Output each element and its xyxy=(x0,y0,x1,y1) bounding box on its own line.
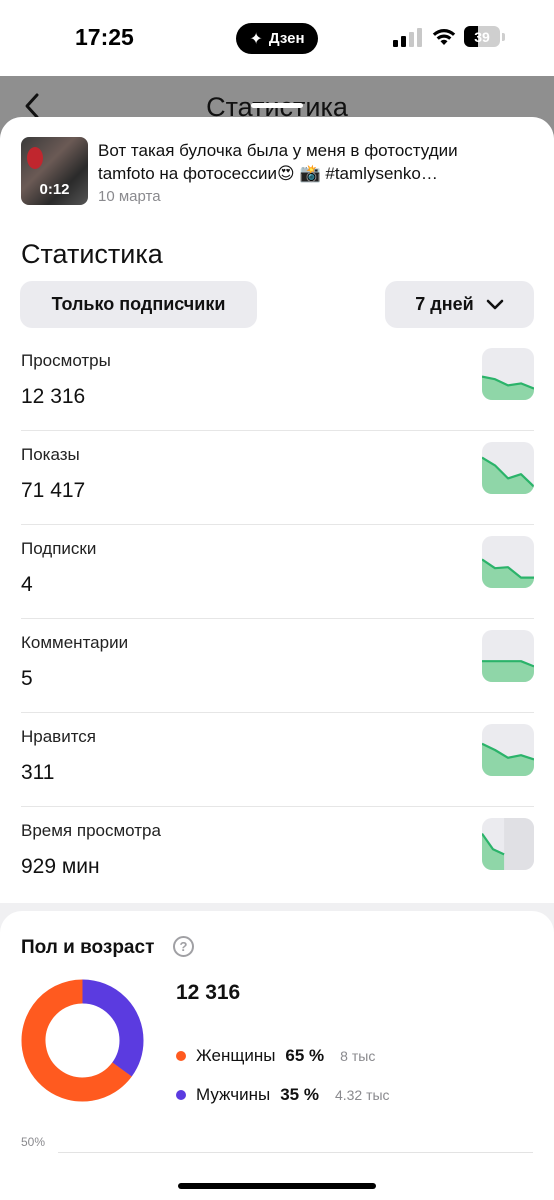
male-label: Мужчины xyxy=(196,1085,271,1104)
metric-label: Подписки xyxy=(21,539,97,558)
cellular-signal-icon xyxy=(393,28,422,47)
metric-label: Нравится xyxy=(21,727,97,746)
subscribers-only-filter-button[interactable]: Только подписчики xyxy=(20,281,257,328)
wifi-icon xyxy=(432,29,456,45)
status-time: 17:25 xyxy=(75,24,134,50)
post-date: 10 марта xyxy=(98,188,161,205)
age-axis-line xyxy=(58,1152,533,1153)
sparkle-icon: ✦ xyxy=(249,30,263,48)
video-duration: 0:12 xyxy=(39,181,70,198)
metric-row[interactable]: Показы 71 417 xyxy=(21,431,534,525)
female-percent: 65 % xyxy=(285,1046,325,1065)
help-icon[interactable]: ? xyxy=(173,936,194,957)
gender-age-card: Пол и возраст ? 12 316 Женщины 65 % 8 ты… xyxy=(0,911,554,1200)
dzen-app-pill[interactable]: ✦ Дзен xyxy=(236,23,318,54)
period-select-button[interactable]: 7 дней xyxy=(385,281,534,328)
metric-value: 929 мин xyxy=(21,855,100,878)
metric-label: Просмотры xyxy=(21,351,111,370)
battery-level: 39 xyxy=(474,28,490,45)
metric-sparkline xyxy=(482,348,534,400)
metric-row[interactable]: Нравится 311 xyxy=(21,713,534,807)
post-thumbnail[interactable]: 0:12 xyxy=(21,137,88,205)
metric-label: Показы xyxy=(21,445,80,464)
gender-donut-chart xyxy=(21,979,144,1102)
legend-female: Женщины 65 % 8 тыс xyxy=(176,1046,375,1066)
thumbnail-decor xyxy=(27,147,43,169)
metric-label: Время просмотра xyxy=(21,821,161,840)
male-percent: 35 % xyxy=(280,1085,319,1104)
female-color-dot xyxy=(176,1051,186,1061)
female-label: Женщины xyxy=(196,1046,276,1065)
status-bar: 17:25 ✦ Дзен 39 xyxy=(0,0,554,76)
gender-age-title: Пол и возраст xyxy=(21,937,155,958)
metric-sparkline xyxy=(482,818,534,870)
sparkline-area xyxy=(482,376,534,400)
metric-row[interactable]: Время просмотра 929 мин xyxy=(21,807,534,901)
metric-value: 5 xyxy=(21,667,33,690)
metric-label: Комментарии xyxy=(21,633,129,652)
male-count: 4.32 тыс xyxy=(334,1087,390,1103)
post-caption[interactable]: Вот такая булочка была у меня в фотостуд… xyxy=(98,139,518,185)
dzen-app-label: Дзен xyxy=(268,30,305,47)
sheet-grabber[interactable] xyxy=(251,103,303,108)
stats-section-title: Статистика xyxy=(21,239,163,269)
home-indicator xyxy=(178,1183,376,1189)
legend-male: Мужчины 35 % 4.32 тыс xyxy=(176,1085,390,1105)
filter-label: Только подписчики xyxy=(51,294,226,314)
period-label: 7 дней xyxy=(415,294,474,314)
metric-row[interactable]: Комментарии 5 xyxy=(21,619,534,713)
battery-tip xyxy=(502,33,505,41)
metric-value: 12 316 xyxy=(21,385,86,408)
chevron-down-icon xyxy=(486,299,503,309)
metric-sparkline xyxy=(482,630,534,682)
age-axis-label: 50% xyxy=(21,1135,46,1149)
metric-value: 71 417 xyxy=(21,479,86,502)
metric-sparkline xyxy=(482,724,534,776)
metric-sparkline xyxy=(482,536,534,588)
sparkline-pending-area xyxy=(504,818,534,870)
battery-icon: 39 xyxy=(464,26,500,47)
male-color-dot xyxy=(176,1090,186,1100)
metric-row[interactable]: Просмотры 12 316 xyxy=(21,337,534,431)
metric-sparkline xyxy=(482,442,534,494)
post-stats-card: 0:12 Вот такая булочка была у меня в фот… xyxy=(0,117,554,903)
metric-row[interactable]: Подписки 4 xyxy=(21,525,534,619)
statistics-sheet: 0:12 Вот такая булочка была у меня в фот… xyxy=(0,117,554,1200)
metric-value: 311 xyxy=(21,761,55,784)
female-count: 8 тыс xyxy=(340,1048,376,1064)
audience-total: 12 316 xyxy=(176,981,241,1004)
metric-value: 4 xyxy=(21,573,33,596)
